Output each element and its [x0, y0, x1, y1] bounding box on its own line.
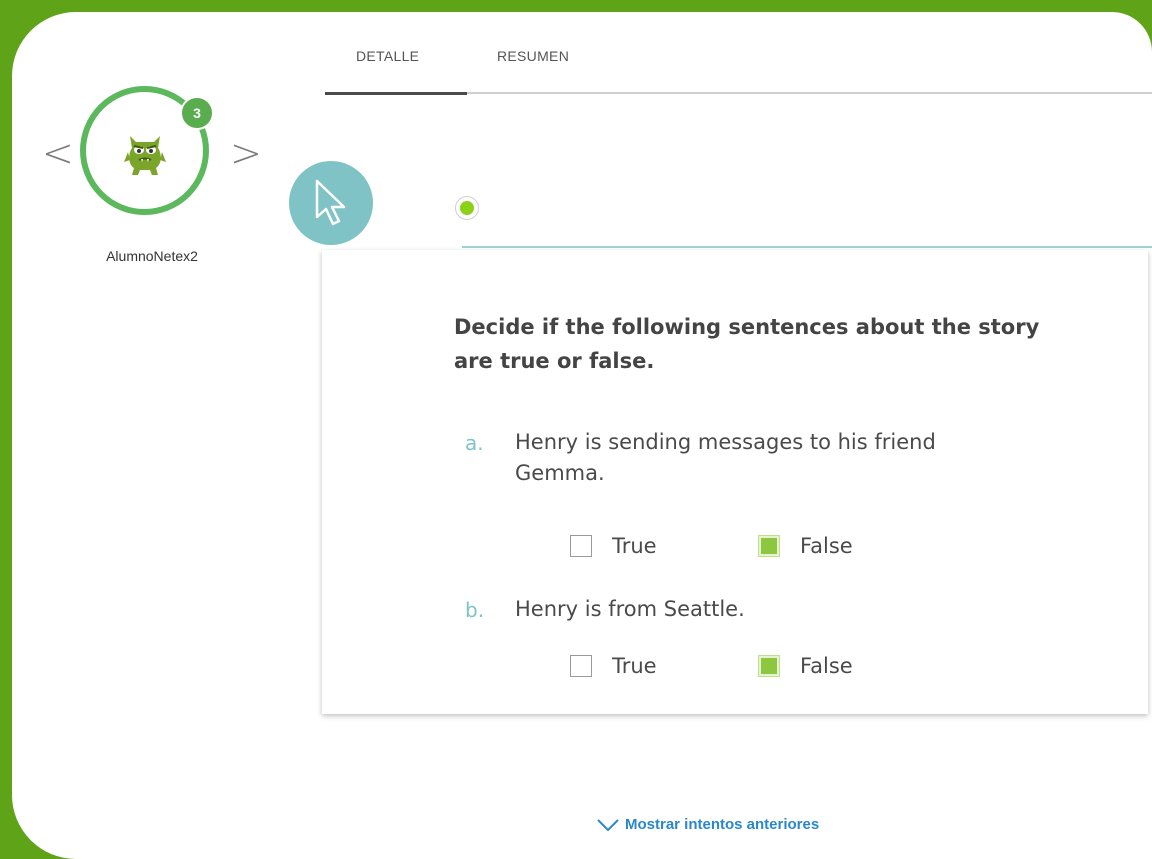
- progress-dot[interactable]: [455, 196, 479, 220]
- option-label: False: [800, 654, 853, 678]
- option-false[interactable]: False: [758, 534, 853, 558]
- question-text: Henry is from Seattle.: [515, 597, 745, 621]
- question-letter: a.: [465, 431, 484, 455]
- student-name: AlumnoNetex2: [106, 248, 198, 264]
- option-false[interactable]: False: [758, 654, 853, 678]
- monster-avatar-icon: [123, 135, 166, 175]
- question-letter: b.: [465, 598, 485, 622]
- tab-bar: DETALLE RESUMEN: [325, 12, 1152, 95]
- chevron-left-icon[interactable]: <: [42, 134, 74, 172]
- option-true[interactable]: True: [570, 654, 657, 678]
- tab-resumen[interactable]: RESUMEN: [497, 48, 569, 64]
- activity-instruction: Decide if the following sentences about …: [454, 315, 1040, 373]
- tab-detalle[interactable]: DETALLE: [356, 48, 419, 64]
- chevron-down-icon: [597, 818, 619, 831]
- show-previous-attempts-link[interactable]: Mostrar intentos anteriores: [597, 816, 819, 833]
- option-label: False: [800, 534, 853, 558]
- active-tab-indicator: [325, 92, 467, 95]
- show-previous-attempts-label: Mostrar intentos anteriores: [625, 816, 820, 833]
- option-label: True: [612, 534, 657, 558]
- checkbox-checked[interactable]: [758, 655, 780, 677]
- option-true[interactable]: True: [570, 534, 657, 558]
- pointer-icon: [315, 179, 346, 226]
- cursor-activity-icon: [289, 161, 373, 245]
- chevron-right-icon[interactable]: >: [230, 134, 262, 172]
- option-label: True: [612, 654, 657, 678]
- attempt-count-badge: 3: [180, 96, 214, 130]
- activity-card: Decide if the following sentences about …: [322, 250, 1148, 714]
- question-text: Henry is sending messages to his friend …: [515, 430, 936, 485]
- checkbox[interactable]: [570, 655, 592, 677]
- checkbox-checked[interactable]: [758, 535, 780, 557]
- main-panel: DETALLE RESUMEN < > 3 AlumnoNetex2 Decid…: [12, 12, 1152, 859]
- divider: [462, 246, 1152, 248]
- checkbox[interactable]: [570, 535, 592, 557]
